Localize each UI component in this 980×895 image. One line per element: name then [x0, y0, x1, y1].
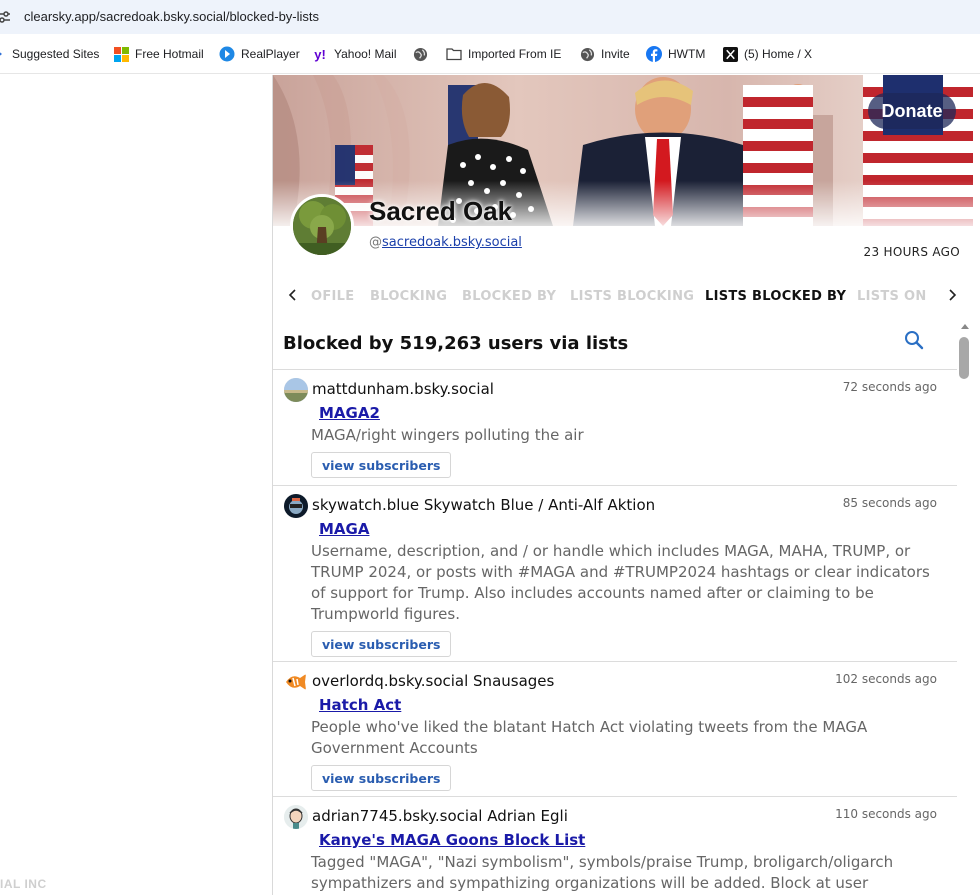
bookmark-free-hotmail[interactable]: Free Hotmail — [113, 46, 204, 62]
scrollbar-thumb[interactable] — [959, 337, 969, 379]
list-owner[interactable]: mattdunham.bsky.social — [312, 380, 494, 398]
tab-profile[interactable]: OFILE — [311, 289, 354, 304]
profile-display-name: Sacred Oak — [369, 196, 513, 226]
tabs-next-button[interactable] — [942, 285, 962, 305]
bookmark-label: (5) Home / X — [744, 47, 813, 61]
list-description: MAGA/right wingers polluting the air — [311, 426, 584, 444]
bookmark-label: Suggested Sites — [12, 47, 100, 61]
bookmark-imported-from-ie[interactable]: Imported From IE — [446, 46, 561, 62]
list-timestamp: 110 seconds ago — [835, 807, 937, 821]
profile-panel: Donate Sacred Oak @sacredoak.bsky.social… — [272, 75, 980, 895]
bookmark-label: HWTM — [668, 47, 706, 61]
profile-handle: @sacredoak.bsky.social — [369, 235, 522, 250]
yahoo-icon: y! — [314, 46, 326, 62]
tab-lists-blocking[interactable]: LISTS BLOCKING — [570, 289, 694, 304]
browser-address-bar[interactable]: clearsky.app/sacredoak.bsky.social/block… — [0, 0, 980, 34]
user-avatar[interactable] — [284, 494, 308, 518]
donate-button[interactable]: Donate — [868, 93, 956, 129]
bookmark-label: Imported From IE — [468, 47, 562, 61]
view-subscribers-button[interactable]: view subscribers — [311, 631, 452, 657]
list-owner[interactable]: adrian7745.bsky.social Adrian Egli — [312, 807, 568, 825]
bookmark-label: Invite — [601, 47, 630, 61]
bookmark-hwtm[interactable]: HWTM — [646, 46, 705, 62]
tab-lists-blocked-by[interactable]: LISTS BLOCKED BY — [705, 289, 846, 304]
facebook-icon — [646, 46, 662, 62]
tabs-prev-button[interactable] — [283, 285, 303, 305]
tab-lists-on[interactable]: LISTS ON — [857, 289, 927, 304]
tab-blocked-by[interactable]: BLOCKED BY — [462, 289, 556, 304]
list-item: adrian7745.bsky.social Adrian Egli 110 s… — [273, 796, 957, 895]
profile-tabs: OFILE BLOCKING BLOCKED BY LISTS BLOCKING… — [273, 281, 973, 311]
list-timestamp: 72 seconds ago — [842, 380, 937, 394]
last-updated: 23 HOURS AGO — [863, 245, 960, 259]
list-owner[interactable]: skywatch.blue Skywatch Blue / Anti-Alf A… — [312, 496, 655, 514]
bookmark-label: Yahoo! Mail — [334, 47, 397, 61]
handle-prefix: @ — [369, 235, 382, 250]
suggested-sites-icon — [0, 46, 6, 62]
search-icon[interactable] — [903, 329, 925, 351]
blocked-by-lists: mattdunham.bsky.social 72 seconds ago MA… — [273, 369, 957, 895]
url-text[interactable]: clearsky.app/sacredoak.bsky.social/block… — [24, 9, 319, 24]
list-item: mattdunham.bsky.social 72 seconds ago MA… — [273, 369, 957, 485]
user-avatar[interactable] — [284, 378, 308, 402]
list-title-link[interactable]: MAGA2 — [319, 404, 380, 422]
site-settings-icon[interactable] — [0, 9, 12, 25]
scroll-up-arrow[interactable] — [959, 321, 971, 331]
chevron-left-icon — [288, 289, 296, 301]
list-title-link[interactable]: Kanye's MAGA Goons Block List — [319, 831, 585, 849]
chevron-right-icon — [949, 289, 957, 301]
globe-icon — [412, 46, 428, 62]
list-title-link[interactable]: Hatch Act — [319, 696, 401, 714]
list-timestamp: 85 seconds ago — [842, 496, 937, 510]
view-subscribers-button[interactable]: view subscribers — [311, 765, 452, 791]
view-subscribers-button[interactable]: view subscribers — [311, 452, 452, 478]
bookmark-yahoo-mail[interactable]: y! Yahoo! Mail — [312, 46, 396, 62]
handle-link[interactable]: sacredoak.bsky.social — [382, 235, 522, 250]
bookmark-suggested-sites[interactable]: Suggested Sites — [0, 46, 99, 62]
list-header: Blocked by 519,263 users via lists — [283, 333, 629, 354]
list-item: skywatch.blue Skywatch Blue / Anti-Alf A… — [273, 485, 957, 661]
bookmark-label: Free Hotmail — [135, 47, 204, 61]
profile-avatar — [290, 194, 354, 258]
list-timestamp: 102 seconds ago — [835, 672, 937, 686]
bookmark-invite[interactable]: Invite — [579, 46, 630, 62]
list-description: Username, description, and / or handle w… — [311, 542, 930, 623]
list-description: People who've liked the blatant Hatch Ac… — [311, 718, 868, 757]
windows-logo-icon — [113, 46, 129, 62]
folder-icon — [446, 46, 462, 62]
list-owner[interactable]: overlordq.bsky.social Snausages — [312, 672, 554, 690]
globe-icon — [579, 46, 595, 62]
list-title-link[interactable]: MAGA — [319, 520, 369, 538]
bookmark-realplayer[interactable]: RealPlayer — [219, 46, 300, 62]
list-item: overlordq.bsky.social Snausages 102 seco… — [273, 661, 957, 796]
bookmark-globe[interactable] — [412, 46, 434, 62]
user-avatar[interactable] — [284, 670, 308, 694]
realplayer-icon — [219, 46, 235, 62]
bookmark-home-x[interactable]: (5) Home / X — [722, 46, 812, 62]
user-avatar[interactable] — [284, 805, 308, 829]
list-description: Tagged "MAGA", "Nazi symbolism", symbols… — [311, 853, 894, 892]
tab-blocking[interactable]: BLOCKING — [370, 289, 447, 304]
bookmarks-bar: Suggested Sites Free Hotmail RealPlayer … — [0, 34, 980, 74]
x-icon — [722, 46, 738, 62]
footer-brand-text: IAL INC — [0, 877, 47, 891]
bookmark-label: RealPlayer — [241, 47, 300, 61]
